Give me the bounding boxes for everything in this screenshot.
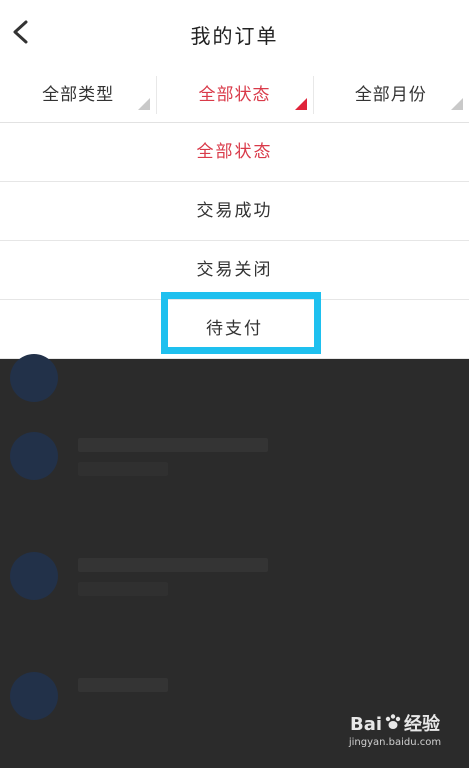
highlight-box	[161, 292, 321, 354]
watermark-logo: Bai 经验	[347, 710, 443, 737]
filter-type[interactable]: 全部类型	[0, 68, 156, 122]
watermark-brand-left: Bai	[349, 713, 383, 735]
filter-status-label: 全部状态	[198, 85, 271, 105]
filter-month-label: 全部月份	[354, 85, 427, 105]
filter-bar: 全部类型 全部状态 全部月份	[0, 68, 469, 123]
dropdown-triangle-icon	[450, 98, 463, 110]
avatar	[10, 552, 58, 600]
dropdown-triangle-icon	[294, 98, 307, 110]
status-option-success[interactable]: 交易成功	[0, 182, 469, 241]
baidu-jingyan-watermark: Bai 经验 jingyan.baidu.com	[347, 710, 443, 749]
page-title: 我的订单	[190, 24, 279, 48]
watermark-url: jingyan.baidu.com	[348, 737, 442, 748]
status-option-all[interactable]: 全部状态	[0, 123, 469, 182]
watermark-brand-right: 经验	[404, 713, 441, 735]
placeholder-bar	[78, 438, 268, 452]
paw-icon	[384, 713, 402, 736]
list-item	[0, 538, 469, 648]
avatar	[10, 672, 58, 720]
avatar	[10, 354, 58, 402]
filter-status[interactable]: 全部状态	[156, 68, 312, 122]
top-bar: 我的订单	[0, 0, 469, 68]
filter-month[interactable]: 全部月份	[312, 68, 469, 122]
dropdown-triangle-icon	[138, 98, 151, 110]
filter-type-label: 全部类型	[42, 85, 115, 105]
placeholder-bar	[78, 678, 168, 692]
placeholder-bar	[78, 558, 268, 572]
avatar	[10, 432, 58, 480]
dimmed-order-list[interactable]	[0, 354, 469, 762]
list-item	[0, 418, 469, 528]
placeholder-bar	[78, 462, 168, 476]
placeholder-bar	[78, 582, 168, 596]
